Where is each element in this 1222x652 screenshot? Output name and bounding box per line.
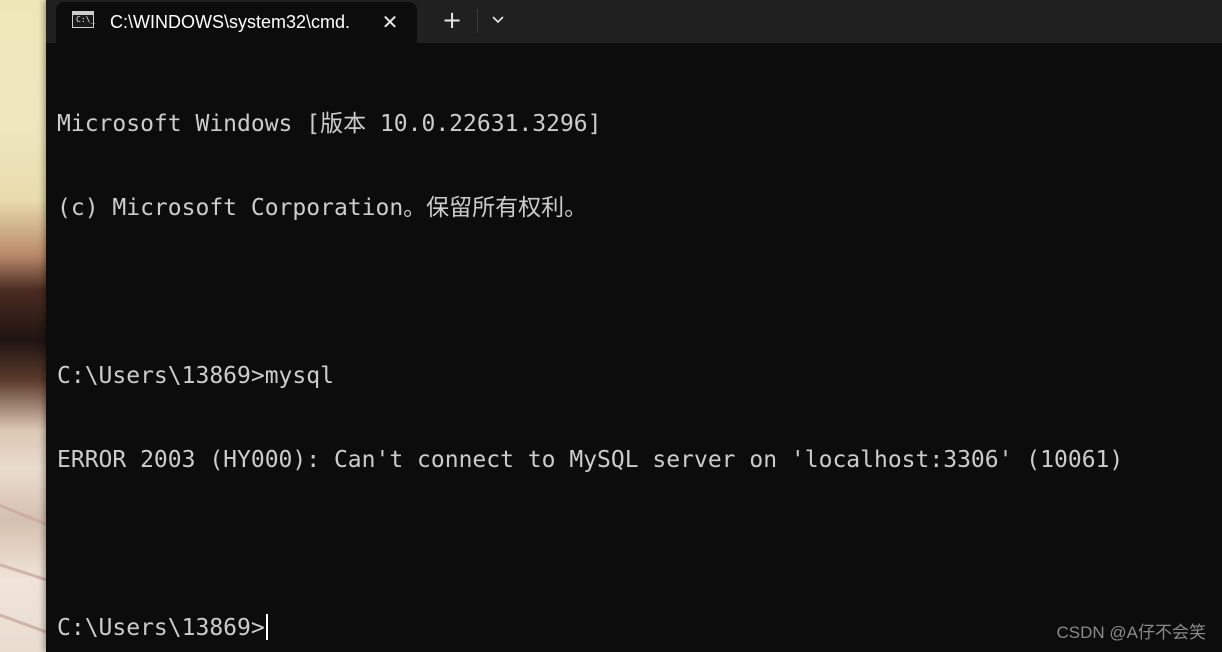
prompt-text: C:\Users\13869> xyxy=(57,615,265,641)
terminal-output[interactable]: Microsoft Windows [版本 10.0.22631.3296] (… xyxy=(57,54,1207,641)
screen: C:\_ C:\WINDOWS\system32\cmd. ✕ + Micros… xyxy=(0,0,1222,652)
cmd-icon: C:\_ xyxy=(72,11,95,28)
new-tab-button[interactable]: + xyxy=(434,5,470,35)
terminal-line: ERROR 2003 (HY000): Can't connect to MyS… xyxy=(57,447,1124,473)
terminal-line: Microsoft Windows [版本 10.0.22631.3296] xyxy=(57,111,602,137)
prompt-line[interactable]: C:\Users\13869> xyxy=(57,614,1207,642)
close-tab-button[interactable]: ✕ xyxy=(375,7,405,37)
tab-cmd[interactable]: C:\_ C:\WINDOWS\system32\cmd. ✕ xyxy=(56,2,417,43)
terminal-line: C:\Users\13869>mysql xyxy=(57,363,334,389)
tab-divider xyxy=(477,9,478,33)
watermark: CSDN @A仔不会笑 xyxy=(1056,623,1207,642)
desktop-wallpaper xyxy=(0,0,46,652)
text-cursor xyxy=(265,614,268,640)
terminal-line: (c) Microsoft Corporation。保留所有权利。 xyxy=(57,195,588,221)
tab-bar: C:\_ C:\WINDOWS\system32\cmd. ✕ + xyxy=(46,0,1222,43)
terminal-window: C:\_ C:\WINDOWS\system32\cmd. ✕ + Micros… xyxy=(46,0,1222,652)
tab-dropdown-button[interactable] xyxy=(482,5,514,35)
chevron-down-icon xyxy=(492,16,504,24)
tab-title: C:\WINDOWS\system32\cmd. xyxy=(110,12,351,32)
